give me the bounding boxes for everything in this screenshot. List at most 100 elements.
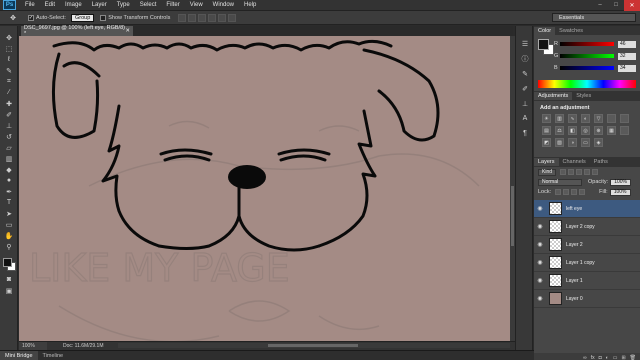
align-right-icon[interactable] bbox=[228, 13, 237, 22]
visibility-eye-icon[interactable]: ◉ bbox=[534, 259, 546, 266]
filter-shape-icon[interactable] bbox=[584, 169, 591, 175]
layer-row-layer-0[interactable]: ◉ Layer 0 bbox=[534, 290, 640, 308]
history-panel-icon[interactable]: ☰ bbox=[516, 36, 534, 51]
layer-filter-dropdown[interactable]: Kind bbox=[538, 168, 557, 176]
align-left-icon[interactable] bbox=[208, 13, 217, 22]
panel-foreground-swatch[interactable] bbox=[538, 39, 549, 50]
gradient-tool-icon[interactable]: ▥ bbox=[0, 153, 18, 164]
blue-channel-value[interactable]: 34 bbox=[618, 64, 636, 72]
green-channel-slider[interactable] bbox=[560, 54, 614, 58]
color-lookup-icon[interactable]: ▦ bbox=[607, 126, 616, 135]
brush-tool-icon[interactable]: ✐ bbox=[0, 109, 18, 120]
maximize-button[interactable]: □ bbox=[608, 0, 624, 11]
new-group-icon[interactable]: ▭ bbox=[613, 355, 618, 360]
menu-layer[interactable]: Layer bbox=[87, 2, 112, 8]
document-tab[interactable]: DSC_9697.jpg @ 100% (left eye, RGB/8) * … bbox=[21, 25, 133, 37]
visibility-eye-icon[interactable]: ◉ bbox=[534, 241, 546, 248]
foreground-color-swatch[interactable] bbox=[3, 258, 12, 267]
marquee-tool-icon[interactable]: ⬚ bbox=[0, 43, 18, 54]
layer-row-left-eye[interactable]: ◉ left eye bbox=[534, 200, 640, 218]
tab-color[interactable]: Color bbox=[534, 27, 556, 35]
layer-name[interactable]: Layer 0 bbox=[566, 296, 583, 302]
color-balance-icon[interactable]: ⚖ bbox=[555, 126, 564, 135]
auto-select-checkbox[interactable]: ✓ bbox=[28, 14, 34, 21]
blend-mode-dropdown[interactable]: Normal bbox=[538, 178, 582, 186]
align-center-icon[interactable] bbox=[218, 13, 227, 22]
menu-filter[interactable]: Filter bbox=[161, 2, 184, 8]
add-mask-icon[interactable]: ◘ bbox=[599, 355, 602, 360]
brush-presets-icon[interactable]: ✐ bbox=[516, 81, 534, 96]
properties-panel-icon[interactable]: ⓘ bbox=[516, 51, 534, 66]
layer-name[interactable]: left eye bbox=[566, 206, 582, 212]
tab-timeline[interactable]: Timeline bbox=[38, 351, 69, 360]
photo-filter-icon[interactable]: ◎ bbox=[581, 126, 590, 135]
quick-select-tool-icon[interactable]: ✎ bbox=[0, 65, 18, 76]
menu-view[interactable]: View bbox=[185, 2, 208, 8]
filter-adjustment-icon[interactable] bbox=[568, 169, 575, 175]
history-brush-tool-icon[interactable]: ↺ bbox=[0, 131, 18, 142]
quick-mask-icon[interactable]: ◙ bbox=[0, 274, 18, 285]
layer-row-layer-2[interactable]: ◉ Layer 2 bbox=[534, 236, 640, 254]
lock-all-icon[interactable] bbox=[579, 189, 586, 195]
posterize-icon[interactable]: ▧ bbox=[555, 138, 564, 147]
menu-file[interactable]: File bbox=[20, 2, 40, 8]
align-bottom-icon[interactable] bbox=[198, 13, 207, 22]
new-adjustment-icon[interactable]: ◐ bbox=[606, 355, 609, 360]
clone-source-icon[interactable]: ⊥ bbox=[516, 96, 534, 111]
invert-icon[interactable]: ◩ bbox=[542, 138, 551, 147]
red-channel-slider[interactable] bbox=[560, 42, 614, 46]
black-white-icon[interactable]: ◧ bbox=[568, 126, 577, 135]
horizontal-scrollbar[interactable] bbox=[118, 343, 510, 348]
menu-help[interactable]: Help bbox=[239, 2, 261, 8]
brightness-contrast-icon[interactable]: ☀ bbox=[542, 114, 551, 123]
tab-swatches[interactable]: Swatches bbox=[555, 27, 587, 35]
tab-styles[interactable]: Styles bbox=[572, 92, 595, 100]
visibility-eye-icon[interactable]: ◉ bbox=[534, 205, 546, 212]
tab-adjustments[interactable]: Adjustments bbox=[534, 92, 573, 100]
eraser-tool-icon[interactable]: ▱ bbox=[0, 142, 18, 153]
lock-position-icon[interactable] bbox=[571, 189, 578, 195]
move-tool-icon[interactable]: ✥ bbox=[0, 32, 18, 43]
visibility-eye-icon[interactable]: ◉ bbox=[534, 295, 546, 302]
threshold-icon[interactable]: ◑ bbox=[568, 138, 577, 147]
document-canvas[interactable]: LIKE MY PAGE bbox=[19, 36, 510, 341]
tab-paths[interactable]: Paths bbox=[590, 158, 612, 166]
layer-name[interactable]: Layer 2 copy bbox=[566, 224, 595, 230]
layer-row-layer-1[interactable]: ◉ Layer 1 bbox=[534, 272, 640, 290]
document-close-icon[interactable]: ✕ bbox=[125, 28, 130, 34]
menu-select[interactable]: Select bbox=[135, 2, 162, 8]
gradient-map-icon[interactable]: ▭ bbox=[581, 138, 590, 147]
color-spectrum-bar[interactable] bbox=[538, 80, 636, 88]
blur-tool-icon[interactable]: ◆ bbox=[0, 164, 18, 175]
tab-layers[interactable]: Layers bbox=[534, 158, 559, 166]
screen-mode-icon[interactable]: ▣ bbox=[0, 285, 18, 296]
rectangle-tool-icon[interactable]: ▭ bbox=[0, 219, 18, 230]
zoom-tool-icon[interactable]: ⚲ bbox=[0, 241, 18, 252]
filter-pixel-icon[interactable] bbox=[560, 169, 567, 175]
align-middle-icon[interactable] bbox=[188, 13, 197, 22]
menu-edit[interactable]: Edit bbox=[40, 2, 60, 8]
menu-type[interactable]: Type bbox=[112, 2, 135, 8]
lock-transparency-icon[interactable] bbox=[555, 189, 562, 195]
filter-smart-icon[interactable] bbox=[592, 169, 599, 175]
visibility-eye-icon[interactable]: ◉ bbox=[534, 277, 546, 284]
tab-channels[interactable]: Channels bbox=[559, 158, 590, 166]
green-channel-value[interactable]: 32 bbox=[618, 52, 636, 60]
layer-row-layer-2-copy[interactable]: ◉ Layer 2 copy bbox=[534, 218, 640, 236]
hue-saturation-icon[interactable]: ▤ bbox=[542, 126, 551, 135]
layer-row-layer-1-copy[interactable]: ◉ Layer 1 copy bbox=[534, 254, 640, 272]
fill-field[interactable]: 100% bbox=[609, 188, 631, 196]
new-layer-icon[interactable]: ⊞ bbox=[621, 355, 625, 360]
minimize-button[interactable]: – bbox=[592, 0, 608, 11]
menu-image[interactable]: Image bbox=[60, 2, 87, 8]
link-layers-icon[interactable]: ∞ bbox=[583, 355, 587, 360]
exposure-icon[interactable]: ◐ bbox=[581, 114, 590, 123]
vibrance-icon[interactable]: ▽ bbox=[594, 114, 603, 123]
character-panel-icon[interactable]: A bbox=[516, 111, 534, 126]
hand-tool-icon[interactable]: ✋ bbox=[0, 230, 18, 241]
move-tool-preset-icon[interactable]: ✥ bbox=[4, 13, 22, 23]
eyedropper-tool-icon[interactable]: ⁄ bbox=[0, 87, 18, 98]
red-channel-value[interactable]: 46 bbox=[618, 40, 636, 48]
dodge-tool-icon[interactable]: ● bbox=[0, 175, 18, 186]
layer-name[interactable]: Layer 1 copy bbox=[566, 260, 595, 266]
